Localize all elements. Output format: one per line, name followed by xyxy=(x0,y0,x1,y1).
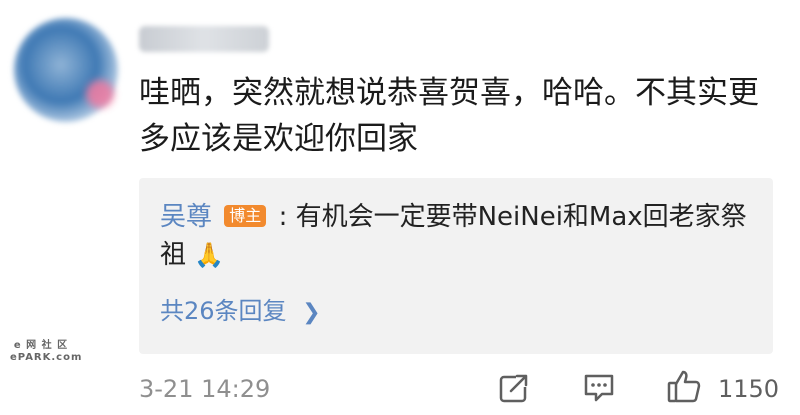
comment-text: 哇晒，突然就想说恭喜贺喜，哈哈。不其实更多应该是欢迎你回家 xyxy=(139,75,759,157)
watermark-line1: e 网 社 区 xyxy=(13,340,69,351)
like-count: 1150 xyxy=(718,375,780,403)
username-blurred[interactable] xyxy=(139,26,269,52)
more-replies-label: 共26条回复 xyxy=(160,297,287,325)
reply-preview[interactable]: 吴尊 博主 : 有机会一定要带NeiNei和Max回老家祭祖 🙏 共26条回复 … xyxy=(139,178,773,354)
author-badge: 博主 xyxy=(224,205,267,227)
site-watermark: e 网 社 区 ePARK.com xyxy=(10,340,83,364)
chevron-right-icon: ❯ xyxy=(302,300,321,325)
watermark-line2: ePARK.com xyxy=(10,352,83,363)
reply-author[interactable]: 吴尊 xyxy=(160,202,212,232)
thumbs-up-icon[interactable] xyxy=(666,368,702,404)
share-icon[interactable] xyxy=(498,372,530,404)
comment-icon[interactable] xyxy=(582,372,616,404)
reply-line: 吴尊 博主 : 有机会一定要带NeiNei和Max回老家祭祖 🙏 xyxy=(160,198,760,274)
avatar-badge xyxy=(86,80,114,108)
comment-timestamp: 3-21 14:29 xyxy=(139,375,271,403)
more-replies-link[interactable]: 共26条回复 ❯ xyxy=(160,294,321,330)
reply-separator: : xyxy=(278,202,288,232)
praying-hands-icon: 🙏 xyxy=(194,241,225,269)
